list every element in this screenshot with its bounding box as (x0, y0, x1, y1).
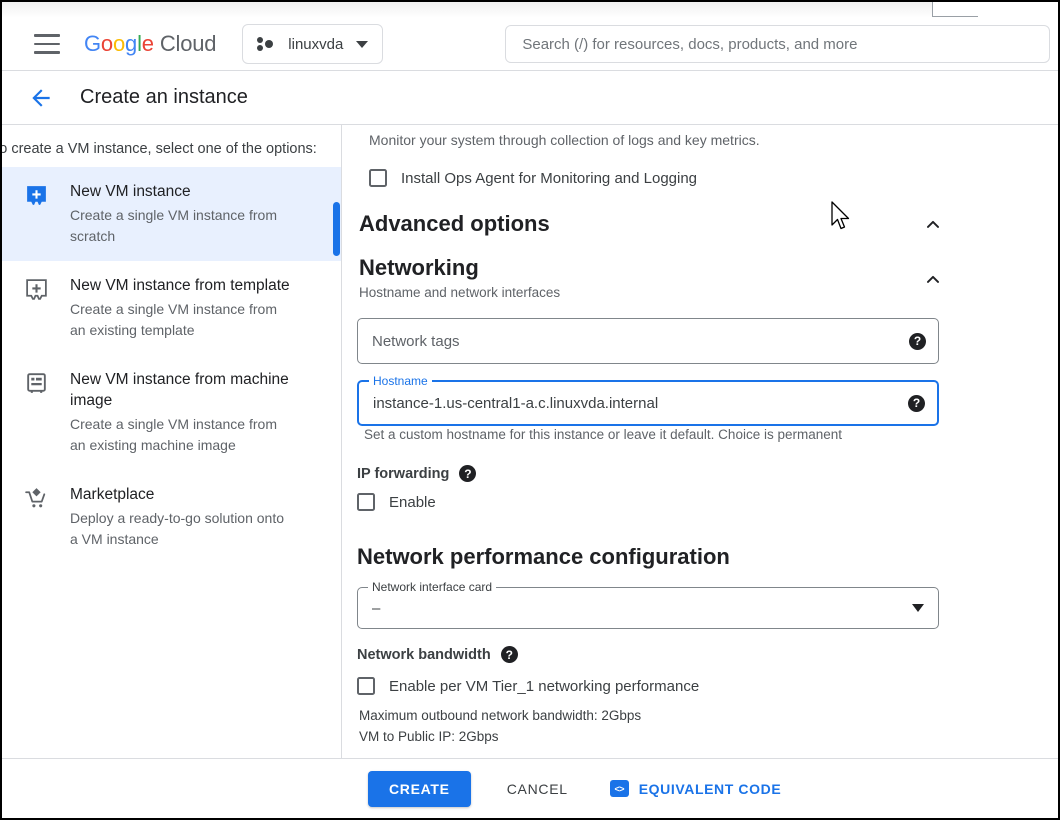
app-window: GoogleCloud linuxvda Create an instance … (0, 0, 1060, 820)
nic-value: – (372, 600, 380, 617)
hamburger-menu-icon[interactable] (34, 34, 60, 54)
browser-tab-edge (932, 2, 978, 17)
advanced-options-title: Advanced options (359, 211, 550, 237)
sidebar-item-marketplace[interactable]: Marketplace Deploy a ready-to-go solutio… (2, 470, 341, 564)
chevron-up-icon[interactable] (922, 268, 944, 290)
ops-agent-checkbox[interactable] (369, 169, 387, 187)
tier1-networking-label: Enable per VM Tier_1 networking performa… (389, 678, 699, 695)
sidebar-item-title: New VM instance from machine image (70, 369, 323, 411)
sidebar-item-title: Marketplace (70, 484, 292, 505)
help-icon[interactable]: ? (501, 646, 518, 663)
network-interface-card-select[interactable]: Network interface card – (357, 587, 939, 629)
equivalent-code-label: EQUIVALENT CODE (639, 781, 782, 797)
networking-subtitle: Hostname and network interfaces (359, 285, 560, 300)
sidebar-item-new-vm-from-machine-image[interactable]: New VM instance from machine image Creat… (2, 355, 341, 470)
shopping-cart-icon (24, 484, 52, 550)
network-tags-field[interactable]: Network tags ? (357, 318, 939, 364)
ip-forwarding-enable-checkbox[interactable] (357, 493, 375, 511)
google-cloud-logo: GoogleCloud (84, 31, 216, 57)
network-tags-placeholder: Network tags (372, 333, 460, 350)
body-area: To create a VM instance, select one of t… (2, 125, 1058, 758)
ops-agent-checkbox-row[interactable]: Install Ops Agent for Monitoring and Log… (369, 169, 697, 187)
ip-forwarding-label-row: IP forwarding ? (357, 465, 476, 482)
project-selector[interactable]: linuxvda (242, 24, 383, 64)
help-icon[interactable]: ? (909, 332, 926, 350)
network-bandwidth-label-row: Network bandwidth ? (357, 646, 518, 663)
machine-image-icon (24, 369, 52, 456)
new-vm-plus-icon (24, 181, 52, 247)
chevron-up-icon[interactable] (922, 213, 944, 235)
network-bandwidth-label: Network bandwidth (357, 647, 491, 663)
network-performance-title: Network performance configuration (357, 544, 730, 570)
instance-config-form: Monitor your system through collection o… (343, 125, 1058, 758)
ip-forwarding-label: IP forwarding (357, 466, 449, 482)
project-name: linuxvda (288, 36, 343, 53)
help-icon[interactable]: ? (908, 394, 925, 412)
vm-public-ip-note: VM to Public IP: 2Gbps (359, 729, 499, 744)
equivalent-code-button[interactable]: <> EQUIVALENT CODE (610, 780, 782, 797)
nic-label: Network interface card (368, 580, 496, 594)
sidebar-item-desc: Deploy a ready-to-go solution onto a VM … (70, 508, 292, 550)
sidebar-item-desc: Create a single VM instance from an exis… (70, 299, 292, 341)
hostname-label: Hostname (369, 374, 432, 388)
ip-forwarding-enable-label: Enable (389, 494, 436, 511)
top-navigation-bar: GoogleCloud linuxvda (2, 18, 1058, 71)
chevron-down-icon (356, 41, 368, 48)
max-bandwidth-note: Maximum outbound network bandwidth: 2Gbp… (359, 708, 641, 723)
hostname-note: Set a custom hostname for this instance … (364, 427, 842, 442)
create-button[interactable]: CREATE (368, 771, 471, 807)
code-brackets-icon: <> (610, 780, 629, 797)
browser-chrome-fill (978, 2, 1058, 17)
sidebar-item-title: New VM instance (70, 181, 292, 202)
tier1-networking-row[interactable]: Enable per VM Tier_1 networking performa… (357, 677, 699, 695)
action-bar: CREATE CANCEL <> EQUIVALENT CODE (2, 758, 1058, 818)
instance-type-list: New VM instance Create a single VM insta… (2, 167, 341, 564)
hostname-field[interactable]: Hostname instance-1.us-central1-a.c.linu… (357, 380, 939, 426)
search-bar[interactable] (505, 25, 1050, 63)
monitoring-hint: Monitor your system through collection o… (369, 132, 760, 148)
advanced-options-header[interactable]: Advanced options (359, 211, 944, 237)
sidebar-item-desc: Create a single VM instance from an exis… (70, 414, 292, 456)
sidebar-item-desc: Create a single VM instance from scratch (70, 205, 292, 247)
instance-type-sidebar: To create a VM instance, select one of t… (2, 125, 342, 758)
back-arrow-icon[interactable] (28, 85, 54, 111)
tier1-networking-checkbox[interactable] (357, 677, 375, 695)
sidebar-intro-text: To create a VM instance, select one of t… (2, 141, 342, 157)
sidebar-scrollbar-thumb[interactable] (333, 202, 340, 256)
search-input[interactable] (522, 36, 1033, 53)
ip-forwarding-enable-row[interactable]: Enable (357, 493, 436, 511)
ops-agent-label: Install Ops Agent for Monitoring and Log… (401, 170, 697, 187)
hostname-value: instance-1.us-central1-a.c.linuxvda.inte… (373, 395, 658, 412)
sidebar-item-new-vm-from-template[interactable]: New VM instance from template Create a s… (2, 261, 341, 355)
cancel-button[interactable]: CANCEL (499, 771, 576, 807)
sidebar-item-new-vm-instance[interactable]: New VM instance Create a single VM insta… (2, 167, 341, 261)
help-icon[interactable]: ? (459, 465, 476, 482)
browser-chrome-strip (2, 2, 1058, 18)
page-header: Create an instance (2, 71, 1058, 125)
sidebar-item-title: New VM instance from template (70, 275, 292, 296)
template-plus-icon (24, 275, 52, 341)
project-dots-icon (257, 36, 275, 52)
page-title: Create an instance (80, 86, 248, 109)
networking-title: Networking (359, 255, 560, 281)
networking-section-header[interactable]: Networking Hostname and network interfac… (359, 255, 944, 300)
cloud-wordmark: Cloud (160, 31, 216, 56)
chevron-down-icon (912, 604, 924, 612)
